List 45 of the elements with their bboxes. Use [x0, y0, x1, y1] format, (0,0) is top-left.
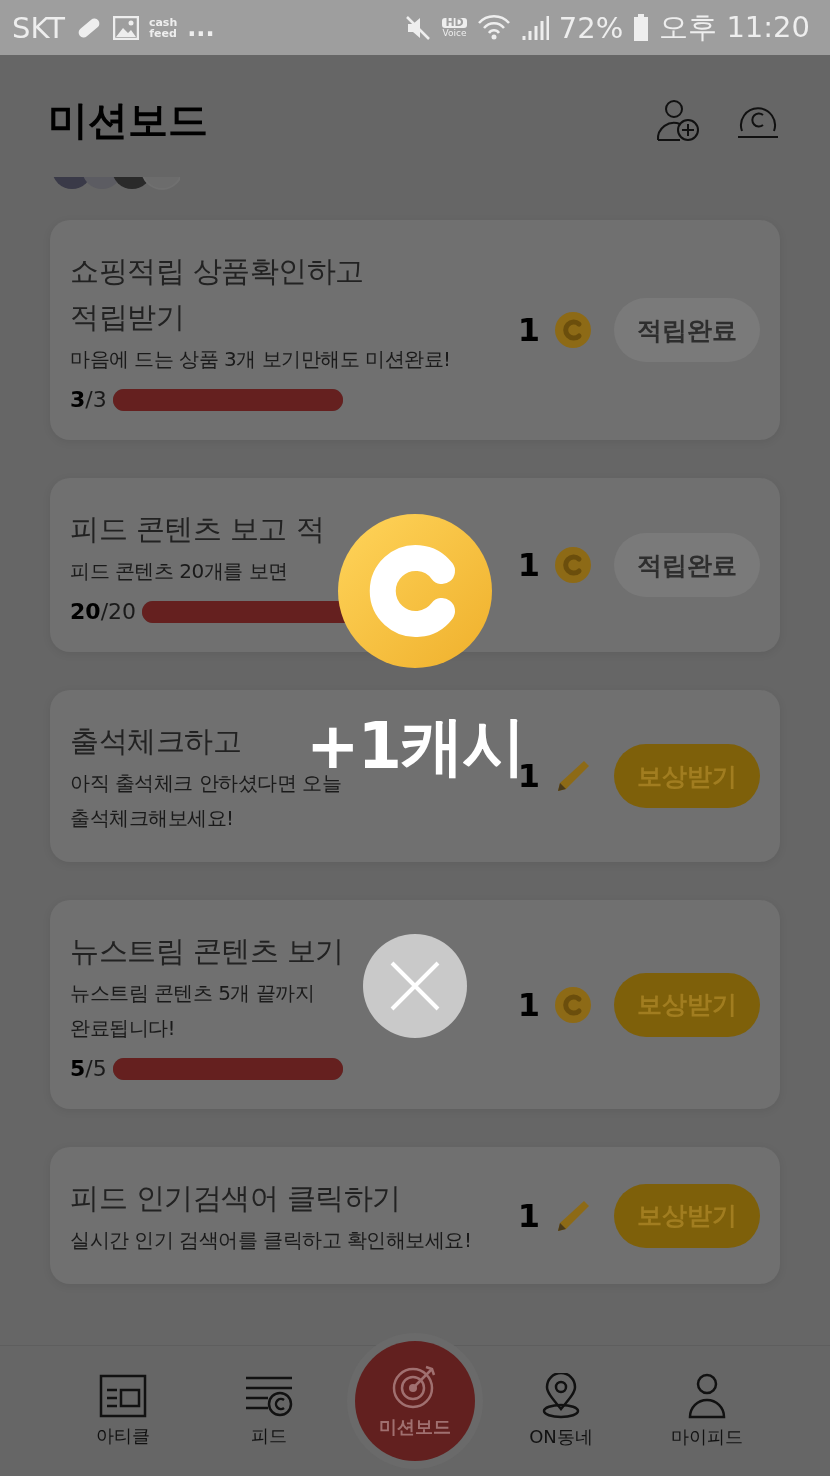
coin-icon	[338, 514, 492, 668]
reward-amount: 1	[517, 1196, 540, 1235]
progress-count: 20/20	[70, 599, 137, 624]
mission-title: 출석체크하고	[70, 723, 241, 760]
mission-title: 피드 콘텐츠 보고 적	[70, 511, 325, 548]
progress-count: 5/5	[70, 1056, 107, 1081]
mission-description: 뉴스트림 콘텐츠 5개 끝까지	[70, 980, 315, 1007]
mission-description: 출석체크해보세요!	[70, 805, 234, 832]
battery-icon	[633, 13, 650, 42]
image-icon	[112, 15, 139, 40]
nav-tab[interactable]: 피드	[209, 1374, 329, 1448]
reward-amount: 1	[517, 985, 540, 1024]
app-notification-icon: cash feed	[148, 16, 178, 39]
add-friend-icon[interactable]	[656, 98, 700, 142]
nav-tab[interactable]: ON동네	[501, 1373, 621, 1449]
mission-title: 뉴스트림 콘텐츠 보기	[70, 933, 344, 970]
mission-description: 완료됩니다!	[70, 1015, 176, 1042]
carrier-label: SKT	[12, 10, 65, 45]
clock: 오후 11:20	[659, 8, 810, 46]
target-icon	[392, 1363, 438, 1409]
coin-icon	[554, 546, 592, 584]
coin-icon	[554, 985, 592, 1024]
newspaper-icon	[99, 1374, 147, 1418]
mission-description: 실시간 인기 검색어를 클릭하고 확인해보세요!	[70, 1227, 472, 1254]
page-title: 미션보드	[48, 95, 209, 145]
nav-tab[interactable]: 마이피드	[647, 1373, 767, 1449]
reward-amount: 1	[517, 311, 540, 349]
mission-description: 피드 콘텐츠 20개를 보면	[70, 558, 288, 585]
mission-title: 쇼핑적립 상품확인하고 적립받기	[70, 253, 365, 336]
feed-icon	[244, 1374, 294, 1418]
person-icon	[687, 1373, 727, 1419]
reward-amount: 1	[517, 546, 540, 584]
more-notifications: ...	[187, 13, 215, 42]
mission-description: 마음에 드는 상품 3개 보기만해도 미션완료!	[70, 346, 451, 373]
reward-amount: 1	[517, 757, 540, 795]
nav-tab[interactable]: 아티클	[63, 1374, 183, 1448]
completed-button[interactable]: 적립완료	[614, 298, 760, 362]
completed-button[interactable]: 적립완료	[614, 533, 760, 597]
mission-title: 피드 인기검색어 클릭하기	[70, 1180, 401, 1217]
battery-percent: 72%	[558, 10, 624, 45]
wifi-icon	[476, 13, 511, 42]
location-pin-icon	[541, 1373, 581, 1419]
signal-icon	[520, 13, 549, 42]
progress-count: 3/3	[70, 387, 107, 412]
coin-icon	[554, 311, 592, 349]
